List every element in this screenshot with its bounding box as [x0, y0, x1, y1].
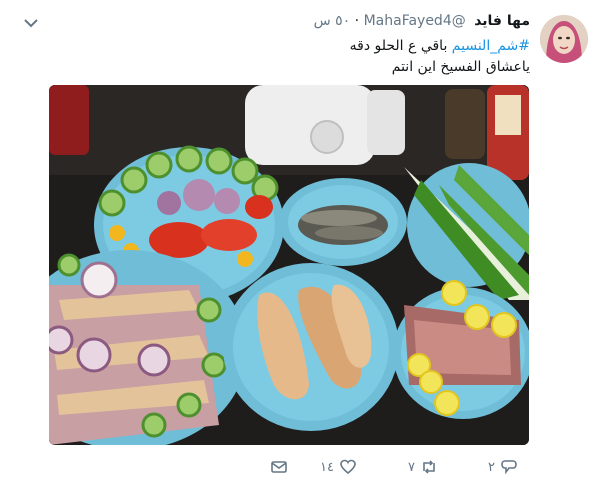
tweet-text: #شم_النسيم باقي ع الحلو دقه ياعشاق الفسي… — [110, 36, 530, 78]
reply-icon — [501, 460, 517, 475]
tweet-header: مها فايد @MahaFayed4 · ٥٠ س — [314, 13, 530, 29]
tweet-line-2: ياعشاق الفسيخ اين انتم — [391, 59, 530, 75]
timestamp[interactable]: ٥٠ س — [314, 13, 351, 29]
food-photo — [49, 85, 529, 445]
like-button[interactable]: ١٤ — [320, 457, 357, 477]
envelope-icon — [271, 461, 287, 473]
reply-button[interactable]: ٢ — [488, 457, 518, 477]
hashtag-link[interactable]: #شم_النسيم — [452, 38, 530, 54]
retweet-icon — [423, 460, 435, 474]
avatar[interactable] — [540, 15, 588, 63]
chevron-down-icon[interactable] — [22, 16, 40, 30]
display-name[interactable]: مها فايد — [474, 13, 530, 29]
message-button[interactable] — [270, 457, 288, 477]
reply-count: ٢ — [488, 459, 495, 475]
dot-separator: · — [350, 13, 360, 29]
retweet-button[interactable]: ٧ — [408, 457, 438, 477]
tweet: مها فايد @MahaFayed4 · ٥٠ س #شم_النسيم ب… — [0, 0, 598, 491]
tweet-line-1-text: باقي ع الحلو دقه — [349, 38, 452, 54]
tweet-actions: ١٤ ٧ ٢ — [0, 452, 598, 482]
retweet-count: ٧ — [408, 459, 415, 475]
username[interactable]: @MahaFayed4 — [364, 13, 466, 29]
heart-icon — [340, 459, 356, 475]
tweet-photo[interactable] — [49, 85, 529, 445]
tweet-line-1: #شم_النسيم باقي ع الحلو دقه — [110, 36, 530, 57]
like-count: ١٤ — [320, 459, 334, 475]
